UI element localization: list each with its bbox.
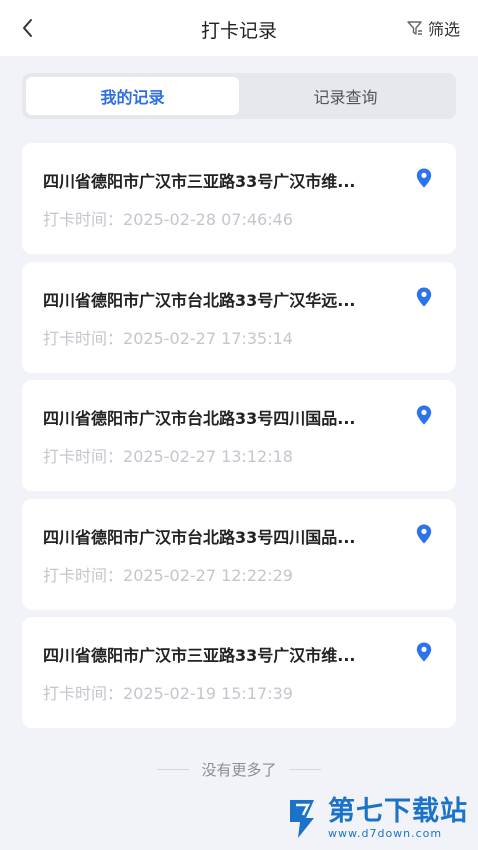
watermark-title: 第七下载站 bbox=[328, 795, 468, 827]
record-time-value: 2025-02-27 17:35:14 bbox=[123, 328, 293, 348]
list-end-indicator: 没有更多了 bbox=[0, 757, 478, 781]
record-time-value: 2025-02-27 12:22:29 bbox=[123, 565, 293, 585]
filter-icon bbox=[407, 21, 422, 35]
no-more-text: 没有更多了 bbox=[201, 760, 277, 779]
location-pin-icon[interactable] bbox=[416, 524, 432, 544]
record-card[interactable]: 四川省德阳市广汉市三亚路33号广汉市维... 打卡时间：2025-02-28 0… bbox=[22, 143, 456, 254]
record-card[interactable]: 四川省德阳市广汉市三亚路33号广汉市维... 打卡时间：2025-02-19 1… bbox=[22, 617, 456, 728]
record-address: 四川省德阳市广汉市三亚路33号广汉市维... bbox=[43, 172, 356, 191]
record-time: 打卡时间：2025-02-28 07:46:46 bbox=[43, 206, 293, 230]
record-time-label: 打卡时间： bbox=[43, 328, 124, 348]
record-time-label: 打卡时间： bbox=[43, 565, 124, 585]
record-time-label: 打卡时间： bbox=[43, 447, 124, 466]
record-time: 打卡时间：2025-02-19 15:17:39 bbox=[43, 680, 293, 704]
record-card[interactable]: 四川省德阳市广汉市台北路33号四川国品... 打卡时间：2025-02-27 1… bbox=[22, 380, 456, 491]
record-time-label: 打卡时间： bbox=[43, 210, 124, 229]
record-time-value: 2025-02-27 13:12:18 bbox=[123, 447, 293, 466]
record-card[interactable]: 四川省德阳市广汉市台北路33号广汉华远... 打卡时间：2025-02-27 1… bbox=[22, 261, 456, 373]
record-time-value: 2025-02-28 07:46:46 bbox=[123, 210, 293, 229]
navigation-bar: 打卡记录 筛选 bbox=[0, 0, 478, 56]
record-list: 四川省德阳市广汉市三亚路33号广汉市维... 打卡时间：2025-02-28 0… bbox=[22, 143, 456, 736]
segment-tabs: 我的记录 记录查询 bbox=[22, 73, 456, 119]
divider-line bbox=[288, 768, 321, 770]
filter-button[interactable]: 筛选 bbox=[406, 17, 460, 39]
record-address: 四川省德阳市广汉市台北路33号四川国品... bbox=[43, 409, 356, 428]
tab-record-query[interactable]: 记录查询 bbox=[239, 77, 452, 115]
record-time: 打卡时间：2025-02-27 17:35:14 bbox=[43, 325, 293, 349]
location-pin-icon[interactable] bbox=[416, 168, 432, 188]
watermark-url: www.d7down.com bbox=[328, 826, 443, 840]
watermark: 第七下载站 www.d7down.com bbox=[284, 788, 468, 848]
location-pin-icon[interactable] bbox=[416, 405, 432, 425]
location-pin-icon[interactable] bbox=[416, 642, 432, 662]
tab-my-records[interactable]: 我的记录 bbox=[26, 77, 239, 115]
divider-line bbox=[157, 768, 190, 770]
record-time: 打卡时间：2025-02-27 12:22:29 bbox=[43, 562, 293, 586]
record-address: 四川省德阳市广汉市台北路33号四川国品... bbox=[43, 527, 356, 547]
record-card[interactable]: 四川省德阳市广汉市台北路33号四川国品... 打卡时间：2025-02-27 1… bbox=[22, 498, 456, 610]
record-time: 打卡时间：2025-02-27 13:12:18 bbox=[43, 443, 293, 467]
record-address: 四川省德阳市广汉市台北路33号广汉华远... bbox=[43, 290, 356, 310]
watermark-logo-icon bbox=[290, 800, 314, 838]
record-time-label: 打卡时间： bbox=[43, 684, 124, 703]
location-pin-icon[interactable] bbox=[416, 287, 432, 307]
watermark-text: 第七下载站 www.d7down.com bbox=[328, 795, 468, 840]
filter-label: 筛选 bbox=[427, 20, 460, 39]
record-address: 四川省德阳市广汉市三亚路33号广汉市维... bbox=[43, 646, 356, 665]
record-time-value: 2025-02-19 15:17:39 bbox=[123, 684, 293, 703]
